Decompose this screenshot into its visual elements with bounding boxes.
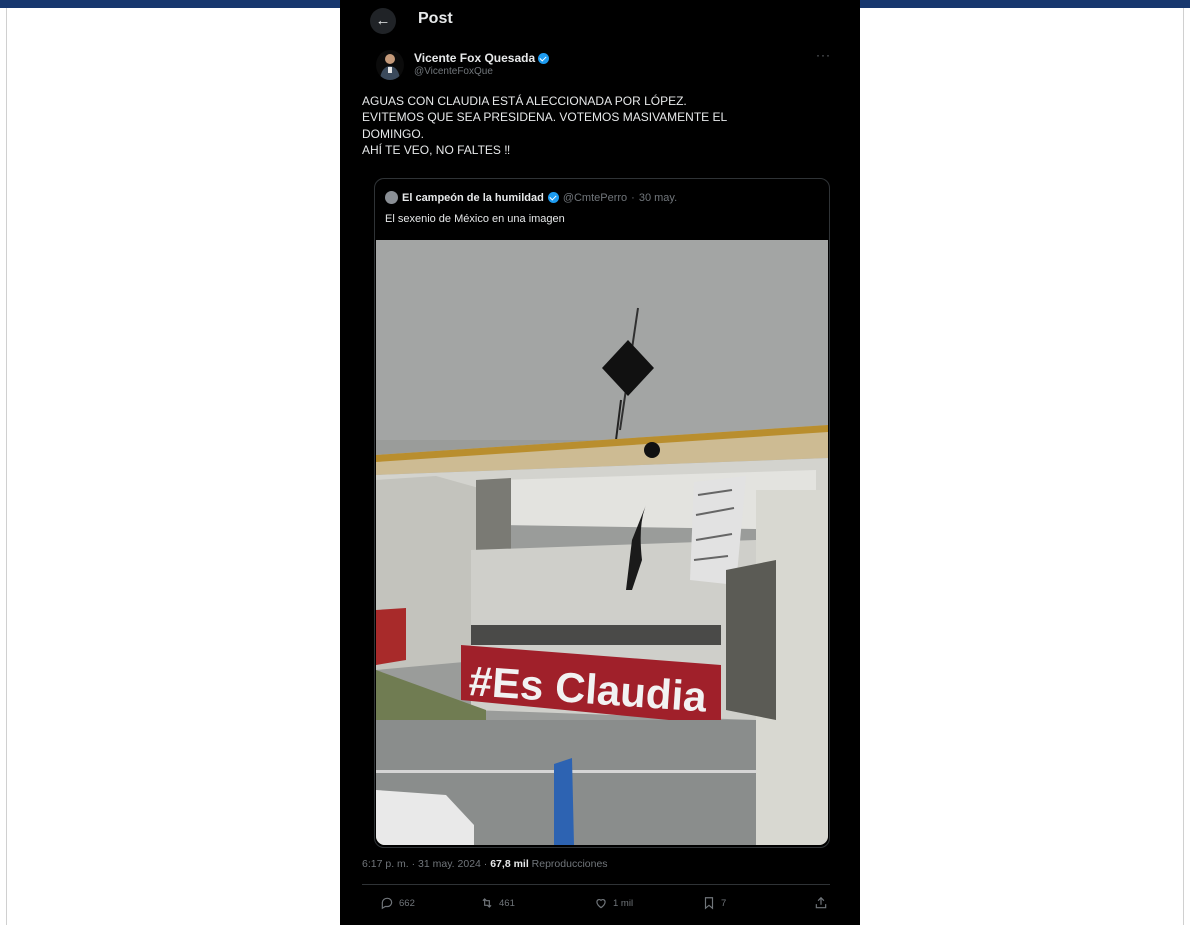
repost-count: 461	[499, 897, 515, 909]
author-avatar[interactable]	[376, 50, 404, 80]
window-border-right	[1183, 8, 1190, 925]
post-timestamp[interactable]: 6:17 p. m. · 31 may. 2024 ·	[362, 858, 487, 870]
post-view: ← Post Vicente Fox Quesada @VicenteFoxQu…	[340, 0, 860, 925]
author-name[interactable]: Vicente Fox Quesada	[414, 51, 535, 65]
tweet-text-line: EVITEMOS QUE SEA PRESIDENA. VOTEMOS MASI…	[362, 110, 728, 125]
like-count: 1 mil	[613, 897, 634, 909]
author-handle[interactable]: @VicenteFoxQue	[414, 66, 549, 77]
more-options-icon[interactable]: ···	[816, 48, 831, 62]
verified-badge-icon	[547, 192, 559, 203]
tweet-text-line: DOMINGO.	[362, 126, 424, 141]
verified-badge-icon	[538, 52, 550, 64]
quoted-tweet-photo[interactable]: #Es Claudia	[376, 240, 828, 845]
tweet-text-line: AHÍ TE VEO, NO FALTES ‼	[362, 142, 511, 157]
bookmark-count: 7	[721, 897, 727, 909]
bookmark-icon	[704, 897, 714, 910]
window-border-left	[0, 8, 7, 925]
author-info[interactable]: Vicente Fox Quesada @VicenteFoxQue	[414, 51, 550, 77]
page-title: Post	[418, 10, 453, 27]
quoted-author-avatar	[385, 191, 398, 204]
repost-button[interactable]: 461	[480, 896, 515, 910]
views-count: 67,8 mil	[490, 858, 529, 870]
divider	[362, 884, 830, 885]
tweet-text: AGUAS CON CLAUDIA ESTÁ ALECCIONADA POR L…	[362, 93, 832, 158]
views-label: Reproducciones	[531, 858, 608, 870]
back-button[interactable]: ←	[370, 8, 396, 34]
share-button[interactable]	[814, 896, 828, 910]
quoted-date: 30 may.	[638, 191, 678, 204]
meta-separator: ·	[631, 191, 635, 204]
tweet-text-line: AGUAS CON CLAUDIA ESTÁ ALECCIONADA POR L…	[362, 94, 687, 108]
post-meta: 6:17 p. m. · 31 may. 2024 · 67,8 mil Rep…	[362, 858, 608, 870]
reply-button[interactable]: 662	[380, 896, 415, 910]
quoted-author-handle: @CmtePerro	[562, 191, 628, 204]
heart-icon	[596, 899, 606, 909]
like-button[interactable]: 1 mil	[594, 896, 633, 910]
arrow-left-icon: ←	[375, 12, 391, 29]
quoted-author-name: El campeón de la humildad	[402, 191, 544, 204]
quoted-tweet[interactable]: El campeón de la humildad @CmtePerro · 3…	[374, 178, 830, 848]
post-header: ← Post	[340, 4, 860, 36]
reply-count: 662	[399, 897, 415, 909]
repost-icon	[482, 898, 492, 908]
quoted-tweet-header: El campeón de la humildad @CmtePerro · 3…	[385, 191, 677, 204]
action-bar: 662 461 1 mil 7	[340, 896, 860, 918]
quoted-tweet-text: El sexenio de México en una imagen	[385, 213, 565, 225]
bookmark-button[interactable]: 7	[702, 896, 726, 910]
reply-icon	[381, 897, 393, 910]
share-icon	[815, 896, 827, 909]
